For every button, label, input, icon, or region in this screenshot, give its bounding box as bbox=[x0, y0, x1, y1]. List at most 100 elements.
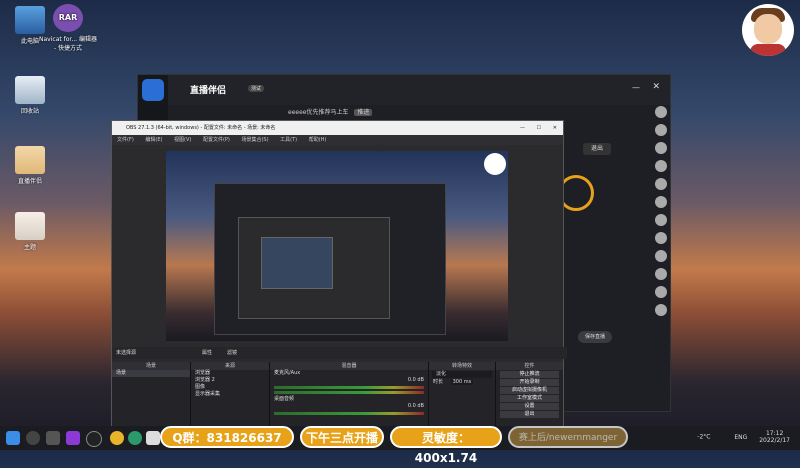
app-logo bbox=[142, 79, 164, 101]
virtual-camera-button[interactable]: 启动虚拟摄像机 bbox=[500, 387, 559, 394]
volume-meter bbox=[274, 391, 424, 394]
save-live-button[interactable]: 保存直播 bbox=[578, 331, 612, 343]
mixer-track-db: 0.0 dB bbox=[407, 403, 424, 409]
user-avatar[interactable] bbox=[655, 214, 667, 226]
volume-meter bbox=[274, 412, 424, 415]
start-recording-button[interactable]: 开始录制 bbox=[500, 379, 559, 386]
preview-avatar bbox=[484, 153, 506, 175]
desktop-icon-livemate[interactable]: 直播伴侣 bbox=[0, 146, 60, 185]
obs-maximize-icon[interactable]: ☐ bbox=[537, 121, 541, 135]
obs-title: OBS 27.1.3 (64-bit, windows) - 配置文件: 未命名… bbox=[126, 125, 276, 131]
qq-group-pill: Q群：831826637 bbox=[160, 426, 294, 448]
mixer-panel: 混音器 麦克风/Aux 0.0 dB 桌面音频 0.0 dB bbox=[270, 362, 429, 427]
desktop-icon-label: 直播伴侣 bbox=[17, 178, 42, 185]
transition-select[interactable]: 淡化 bbox=[432, 371, 492, 378]
edge-icon[interactable] bbox=[128, 431, 142, 445]
desktop-icon-navicat[interactable]: RAR Navicat for... 编辑器 - 快捷方式 bbox=[38, 4, 98, 52]
rar-icon: RAR bbox=[53, 4, 83, 32]
clock-date: 2022/2/17 bbox=[759, 437, 790, 444]
nested-window bbox=[261, 237, 333, 289]
menu-scene-collection[interactable]: 场景集合(S) bbox=[241, 137, 268, 143]
menu-profile[interactable]: 配置文件(P) bbox=[203, 137, 230, 143]
menu-help[interactable]: 帮助(H) bbox=[309, 137, 327, 143]
menu-file[interactable]: 文件(F) bbox=[117, 137, 134, 143]
user-avatar[interactable] bbox=[655, 250, 667, 262]
source-item[interactable]: 浏览器 2 bbox=[191, 377, 269, 384]
desktop-icon-recycle-bin[interactable]: 回收站 bbox=[0, 76, 60, 115]
app-header: 直播伴侣 测试 — ✕ bbox=[168, 75, 670, 105]
obs-taskbar-icon[interactable] bbox=[86, 431, 102, 447]
panel-header: 来源 bbox=[191, 362, 269, 370]
stream-title-row: eeeee优先推荐马上车 推进 bbox=[288, 107, 373, 116]
push-button[interactable]: 推进 bbox=[354, 109, 373, 116]
user-avatar[interactable] bbox=[655, 124, 667, 136]
system-tray: -2°C ENG 17:12 2022/2/17 bbox=[697, 430, 790, 444]
task-view-icon[interactable] bbox=[46, 431, 60, 445]
panel-header: 混音器 bbox=[270, 362, 428, 370]
studio-mode-button[interactable]: 工作室模式 bbox=[500, 395, 559, 402]
user-avatar[interactable] bbox=[655, 160, 667, 172]
no-source-bar: 未选择源 属性 滤镜 bbox=[112, 347, 567, 359]
source-item[interactable]: 浏览器 bbox=[191, 370, 269, 377]
user-avatar[interactable] bbox=[655, 142, 667, 154]
user-avatar[interactable] bbox=[655, 286, 667, 298]
menu-view[interactable]: 视图(V) bbox=[174, 137, 191, 143]
desktop-icon-label: 主题 bbox=[23, 244, 36, 251]
user-avatar[interactable] bbox=[655, 196, 667, 208]
panel-header: 控件 bbox=[496, 362, 563, 370]
desktop-icon-label: 回收站 bbox=[20, 108, 39, 115]
desktop-icon-theme[interactable]: 主题 bbox=[0, 212, 60, 251]
windows-start-icon[interactable] bbox=[6, 431, 20, 445]
app-icon[interactable] bbox=[66, 431, 80, 445]
user-avatar[interactable] bbox=[655, 304, 667, 316]
mixer-track-db: 0.0 dB bbox=[407, 377, 424, 383]
source-item[interactable]: 图像 bbox=[191, 384, 269, 391]
obs-minimize-icon[interactable]: — bbox=[520, 121, 525, 135]
duration-input[interactable]: 300 ms bbox=[450, 379, 474, 385]
user-avatar[interactable] bbox=[655, 232, 667, 244]
minimize-icon[interactable]: — bbox=[632, 83, 640, 92]
recycle-bin-icon bbox=[15, 76, 45, 104]
obs-close-icon[interactable]: ✕ bbox=[553, 121, 557, 135]
app-title: 直播伴侣 bbox=[190, 86, 227, 96]
transition-duration-row: 时长 300 ms bbox=[429, 379, 495, 386]
close-icon[interactable]: ✕ bbox=[652, 82, 660, 92]
streamer-avatar bbox=[742, 4, 794, 56]
clock-time: 17:12 bbox=[765, 430, 784, 437]
chrome-icon[interactable] bbox=[110, 431, 124, 445]
user-avatar[interactable] bbox=[655, 268, 667, 280]
user-avatar[interactable] bbox=[655, 106, 667, 118]
scenes-panel: 场景 场景 bbox=[112, 362, 191, 427]
filters-button[interactable]: 滤镜 bbox=[227, 347, 237, 359]
sources-panel: 来源 浏览器 浏览器 2 图像 显示器采集 bbox=[191, 362, 270, 427]
document-icon bbox=[15, 212, 45, 240]
scene-item[interactable]: 场景 bbox=[112, 370, 190, 377]
user-avatar[interactable] bbox=[655, 178, 667, 190]
social-pill: 赛上后/newernmanger bbox=[508, 426, 628, 448]
language-indicator[interactable]: ENG bbox=[734, 434, 747, 441]
obs-window[interactable]: OBS 27.1.3 (64-bit, windows) - 配置文件: 未命名… bbox=[111, 120, 567, 428]
desktop-icon-label: Navicat for... 编辑器 - 快捷方式 bbox=[39, 36, 97, 52]
obs-preview[interactable] bbox=[166, 151, 508, 341]
source-item[interactable]: 显示器采集 bbox=[191, 391, 269, 398]
app-icon[interactable] bbox=[146, 431, 160, 445]
stop-streaming-button[interactable]: 停止推流 bbox=[500, 371, 559, 378]
mixer-track-label: 桌面音频 bbox=[274, 396, 295, 402]
exit-button[interactable]: 退出 bbox=[500, 411, 559, 418]
transitions-panel: 转场特效 淡化 时长 300 ms bbox=[429, 362, 496, 427]
stream-title[interactable]: eeeee优先推荐马上车 bbox=[288, 109, 348, 116]
panel-header: 转场特效 bbox=[429, 362, 495, 370]
menu-tools[interactable]: 工具(T) bbox=[280, 137, 297, 143]
obs-titlebar: OBS 27.1.3 (64-bit, windows) - 配置文件: 未命名… bbox=[112, 121, 563, 135]
properties-button[interactable]: 属性 bbox=[202, 347, 212, 359]
sensitivity-pill: 灵敏度：400x1.74 bbox=[390, 426, 502, 465]
exit-button[interactable]: 退出 bbox=[583, 143, 611, 155]
settings-button[interactable]: 设置 bbox=[500, 403, 559, 410]
no-source-label: 未选择源 bbox=[116, 350, 137, 356]
obs-menubar: 文件(F) 编辑(E) 视图(V) 配置文件(P) 场景集合(S) 工具(T) … bbox=[112, 135, 563, 145]
weather-temp[interactable]: -2°C bbox=[697, 434, 710, 441]
folder-icon bbox=[15, 146, 45, 174]
menu-edit[interactable]: 编辑(E) bbox=[145, 137, 162, 143]
search-icon[interactable] bbox=[26, 431, 40, 445]
clock[interactable]: 17:12 2022/2/17 bbox=[759, 430, 790, 444]
